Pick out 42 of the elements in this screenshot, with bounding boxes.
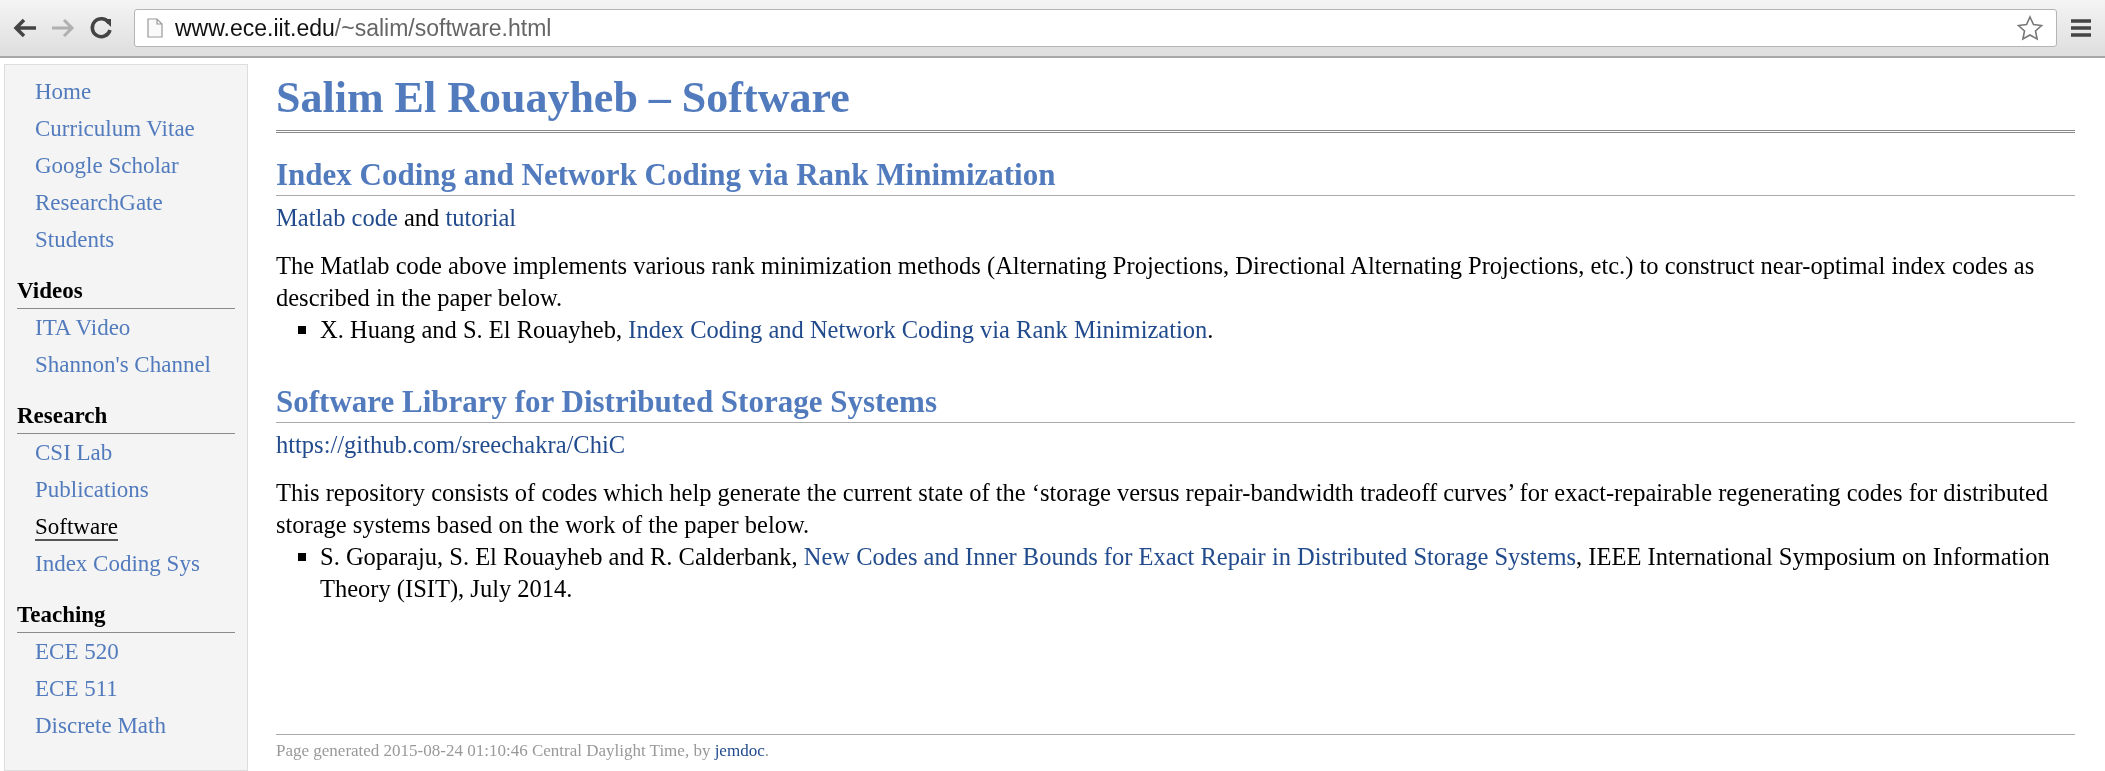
bullet-icon <box>298 326 306 334</box>
footer-text: Page generated 2015-08-24 01:10:46 Central Daylight Time, by jemdoc. <box>276 740 770 762</box>
sidebar-link[interactable]: ResearchGate <box>35 190 163 215</box>
sidebar-link[interactable]: Students <box>35 227 115 252</box>
text-link[interactable]: jemdoc <box>714 741 765 760</box>
text-link[interactable]: New Codes and Inner Bounds for Exact Repair in Distributed Storage Systems <box>803 543 1577 570</box>
text-link[interactable]: Index Coding and Network Coding via Rank Minimization <box>628 316 1208 343</box>
text-link[interactable]: https://github.com/sreechakra/ChiC <box>276 431 626 458</box>
page-title: Salim El Rouayheb – Software <box>276 72 851 124</box>
url-path: /~salim/software.html <box>334 13 552 43</box>
reference-text: S. Goparaju, S. El Rouayheb and R. Calderbank, New Codes and Inner Bounds for Exact Repair in Distributed Storage Systems, IEEE International Symposium on Information Theory (ISIT), July 2014. <box>320 542 2051 604</box>
reload-icon[interactable] <box>88 15 114 41</box>
section-heading: Software Library for Distributed Storage Systems <box>276 382 2075 423</box>
section-heading: Index Coding and Network Coding via Rank Minimization <box>276 155 2075 196</box>
sidebar-heading: Videos <box>17 274 235 309</box>
back-icon[interactable] <box>12 17 38 39</box>
sidebar-link[interactable]: Index Coding Sys <box>35 551 200 576</box>
bullet-icon <box>298 553 306 561</box>
sidebar-link[interactable]: ECE 511 <box>35 676 118 701</box>
text-link[interactable]: tutorial <box>445 204 517 231</box>
link-line: Matlab code and tutorial <box>276 203 518 233</box>
sidebar-link[interactable]: ITA Video <box>35 315 131 340</box>
star-icon[interactable] <box>2016 15 2044 41</box>
sidebar-link[interactable]: Curriculum Vitae <box>35 116 195 141</box>
sidebar-link[interactable]: Home <box>35 79 92 104</box>
sidebar-link[interactable]: Discrete Math <box>35 713 166 738</box>
sidebar-heading: Research <box>17 399 235 434</box>
sidebar-link[interactable]: Software <box>35 514 119 541</box>
description-paragraph: This repository consists of codes which help generate the current state of the ‘storage versus repair-bandwidth tradeoff curves’ for exact-repairable regenerating codes for distributed storage systems based on the work of the paper below. <box>276 478 2050 540</box>
sidebar-link[interactable]: ECE 520 <box>35 639 119 664</box>
sidebar-heading: Teaching <box>17 598 235 633</box>
sidebar-link[interactable]: CSI Lab <box>35 440 113 465</box>
sidebar-link[interactable]: Publications <box>35 477 149 502</box>
sidebar-link[interactable]: Shannon's Channel <box>35 352 211 377</box>
reference-text: X. Huang and S. El Rouayheb, Index Coding and Network Coding via Rank Minimization. <box>320 315 1214 345</box>
description-paragraph: The Matlab code above implements various rank minimization methods (Alternating Projections, Directional Alternating Projections, etc.) to construct near-optimal index codes as described in the paper below. <box>276 251 2036 313</box>
url-host: www.ece.iit.edu <box>175 13 335 43</box>
page-icon <box>147 18 163 38</box>
sidebar-link[interactable]: Google Scholar <box>35 153 179 178</box>
address-bar[interactable]: www.ece.iit.edu/~salim/software.html <box>134 9 2057 47</box>
text-link[interactable]: Matlab code <box>276 204 398 231</box>
menu-icon[interactable] <box>2069 17 2093 39</box>
